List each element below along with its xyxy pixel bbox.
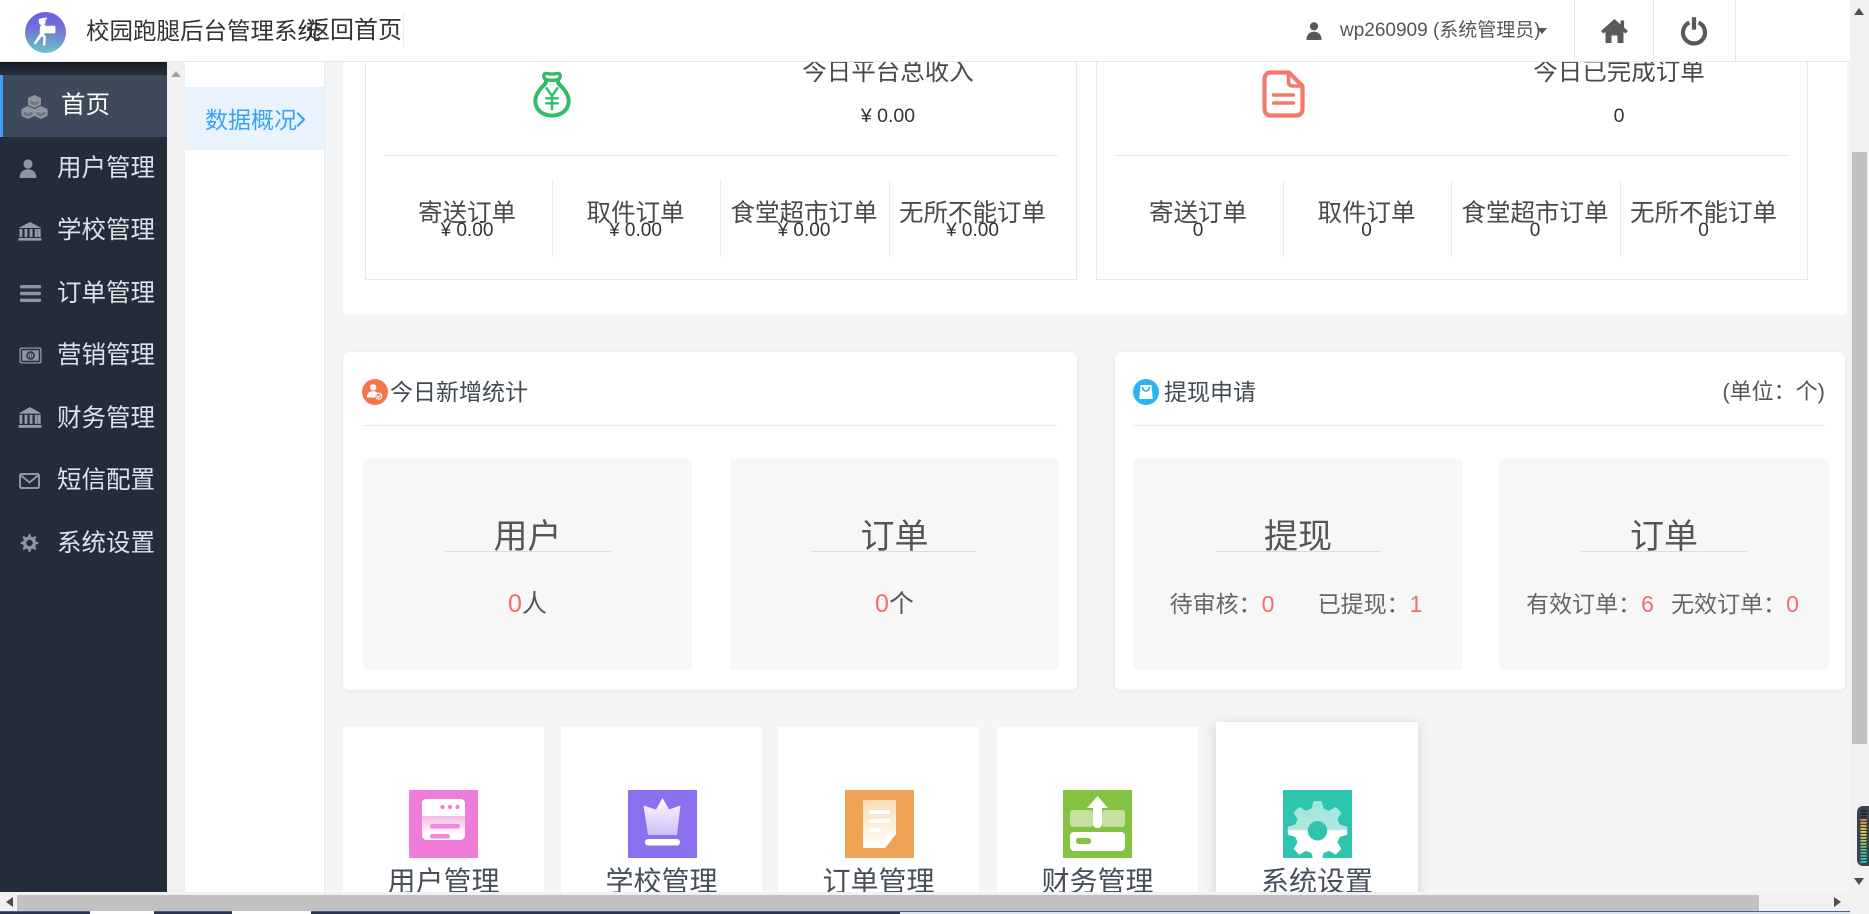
svg-text:0: 0 <box>29 353 33 360</box>
